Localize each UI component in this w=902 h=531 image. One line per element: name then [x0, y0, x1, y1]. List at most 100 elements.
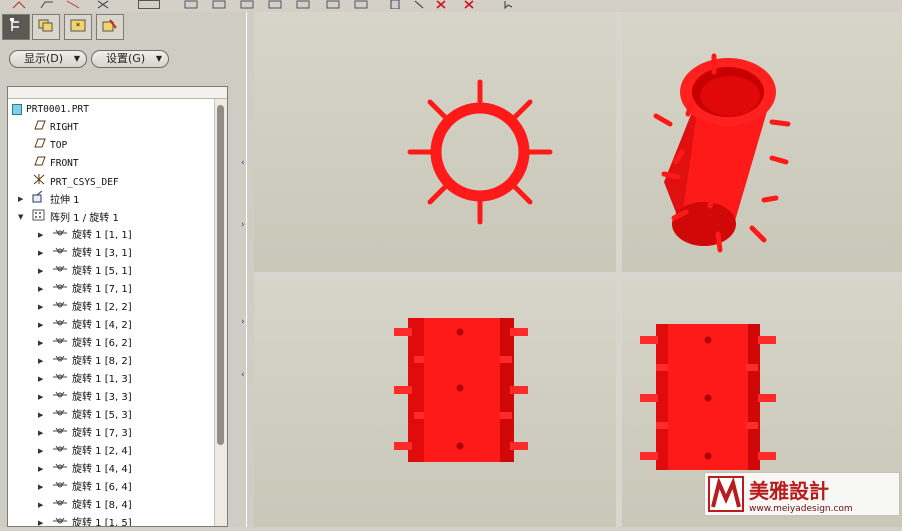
pattern-member[interactable]: ▶ 旋转 1 [7, 3] [38, 425, 132, 442]
pattern-member[interactable]: ▶ 旋转 1 [5, 3] [38, 407, 132, 424]
expand-icon[interactable]: ▶ [18, 191, 23, 208]
splitter-line [246, 12, 247, 527]
expand-icon[interactable]: ▶ [38, 335, 43, 352]
model-tree-tab[interactable] [2, 14, 30, 40]
view-icon[interactable] [184, 0, 198, 9]
expand-arrow-icon[interactable]: › [241, 220, 245, 230]
chevron-down-icon: ▼ [155, 54, 162, 63]
pattern-member[interactable]: ▶ 旋转 1 [6, 4] [38, 479, 132, 496]
model-tree: PRT0001.PRT RIGHT TOP FRONT PRT_CSYS_DEF… [7, 86, 228, 527]
expand-icon[interactable]: ▶ [38, 299, 43, 316]
extrude-icon [32, 190, 46, 206]
pattern-member[interactable]: ▶ 旋转 1 [4, 4] [38, 461, 132, 478]
connection-icon [102, 17, 118, 37]
revolve-icon [52, 427, 68, 439]
pattern-member[interactable]: ▶ 旋转 1 [4, 2] [38, 317, 132, 334]
datum-plane-icon [32, 138, 46, 151]
root-label: PRT0001.PRT [26, 104, 89, 115]
expand-icon[interactable]: ▶ [38, 353, 43, 370]
favorites-tab[interactable]: * [64, 14, 92, 40]
member-label: 旋转 1 [3, 3] [72, 392, 132, 403]
tree-root[interactable]: PRT0001.PRT [12, 101, 89, 118]
pattern-member[interactable]: ▶ 旋转 1 [1, 1] [38, 227, 132, 244]
pattern-member[interactable]: ▶ 旋转 1 [6, 2] [38, 335, 132, 352]
expand-icon[interactable]: ▶ [38, 443, 43, 460]
show-dropdown[interactable]: 显示(D) ▼ [9, 50, 87, 68]
collapse-arrow-icon[interactable]: ‹ [241, 370, 245, 380]
collapse-icon[interactable]: ▼ [18, 209, 23, 226]
doc-icon[interactable] [388, 0, 402, 9]
pattern-member[interactable]: ▶ 旋转 1 [8, 2] [38, 353, 132, 370]
model-icon[interactable] [296, 0, 310, 9]
expand-icon[interactable]: ▶ [38, 263, 43, 280]
expand-icon[interactable]: ▶ [38, 281, 43, 298]
part-icon [12, 103, 22, 115]
revolve-icon [52, 229, 68, 241]
plane-icon[interactable] [40, 0, 54, 9]
member-label: 旋转 1 [2, 4] [72, 446, 132, 457]
member-label: 旋转 1 [3, 1] [72, 248, 132, 259]
front-view[interactable] [254, 278, 616, 527]
pattern-member[interactable]: ▶ 旋转 1 [7, 1] [38, 281, 132, 298]
repaint-icon[interactable] [240, 0, 254, 9]
expand-icon[interactable]: ▶ [38, 371, 43, 388]
expand-icon[interactable]: ▶ [38, 317, 43, 334]
member-label: 旋转 1 [6, 2] [72, 338, 132, 349]
expand-icon[interactable]: ▶ [38, 515, 43, 526]
expand-icon[interactable]: ▶ [38, 425, 43, 442]
expand-icon[interactable]: ▶ [38, 407, 43, 424]
folder-tab[interactable] [32, 14, 60, 40]
tree-item-pattern[interactable]: ▼ 阵列 1 / 旋转 1 [18, 209, 119, 226]
expand-icon[interactable]: ▶ [38, 461, 43, 478]
datum-plane-icon [32, 120, 46, 133]
member-label: 旋转 1 [1, 1] [72, 230, 132, 241]
pattern-member[interactable]: ▶ 旋转 1 [3, 1] [38, 245, 132, 262]
pattern-member[interactable]: ▶ 旋转 1 [1, 3] [38, 371, 132, 388]
pattern-member[interactable]: ▶ 旋转 1 [5, 1] [38, 263, 132, 280]
zoom-icon[interactable] [212, 0, 226, 9]
setting-icon[interactable] [354, 0, 368, 9]
orient-icon[interactable] [268, 0, 282, 9]
collapse-arrow-icon[interactable]: ‹ [241, 158, 245, 168]
connections-tab[interactable] [96, 14, 124, 40]
expand-icon[interactable]: ▶ [38, 497, 43, 514]
pattern-member[interactable]: ▶ 旋转 1 [1, 5] [38, 515, 132, 526]
expand-icon[interactable]: ▶ [38, 227, 43, 244]
csys-icon[interactable] [138, 0, 160, 9]
delete-all-icon[interactable] [462, 0, 476, 9]
revolve-icon [52, 301, 68, 313]
expand-arrow-icon[interactable]: › [241, 317, 245, 327]
pattern-member[interactable]: ▶ 旋转 1 [8, 4] [38, 497, 132, 514]
member-label: 旋转 1 [8, 4] [72, 500, 132, 511]
tree-item-top[interactable]: TOP [32, 137, 67, 154]
settings-label: 设置(G) [106, 52, 146, 65]
tree-item-front[interactable]: FRONT [32, 155, 79, 172]
pick-icon[interactable] [412, 0, 426, 9]
iso-view[interactable] [622, 12, 902, 272]
expand-icon[interactable]: ▶ [38, 479, 43, 496]
graphics-window [254, 12, 902, 527]
top-view[interactable] [254, 12, 616, 272]
layer-icon[interactable] [326, 0, 340, 9]
point-icon[interactable] [96, 0, 110, 9]
delete-icon[interactable] [434, 0, 448, 9]
member-label: 旋转 1 [8, 2] [72, 356, 132, 367]
expand-icon[interactable]: ▶ [38, 389, 43, 406]
panel-splitter[interactable]: ‹ › › ‹ [240, 12, 254, 527]
cursor-icon[interactable] [502, 0, 516, 9]
tree-item-right[interactable]: RIGHT [32, 119, 79, 136]
csys-label: PRT_CSYS_DEF [50, 177, 119, 188]
tree-scrollbar[interactable] [214, 99, 227, 526]
pattern-member[interactable]: ▶ 旋转 1 [2, 4] [38, 443, 132, 460]
expand-icon[interactable]: ▶ [38, 245, 43, 262]
member-label: 旋转 1 [6, 4] [72, 482, 132, 493]
scroll-thumb[interactable] [217, 105, 224, 445]
pattern-member[interactable]: ▶ 旋转 1 [2, 2] [38, 299, 132, 316]
pattern-member[interactable]: ▶ 旋转 1 [3, 3] [38, 389, 132, 406]
settings-dropdown[interactable]: 设置(G) ▼ [91, 50, 169, 68]
revolve-icon [52, 247, 68, 259]
sketch-icon[interactable] [12, 0, 26, 9]
tree-item-extrude[interactable]: ▶ 拉伸 1 [18, 190, 80, 208]
tree-item-csys[interactable]: PRT_CSYS_DEF [32, 173, 119, 190]
axis-icon[interactable] [66, 0, 80, 9]
